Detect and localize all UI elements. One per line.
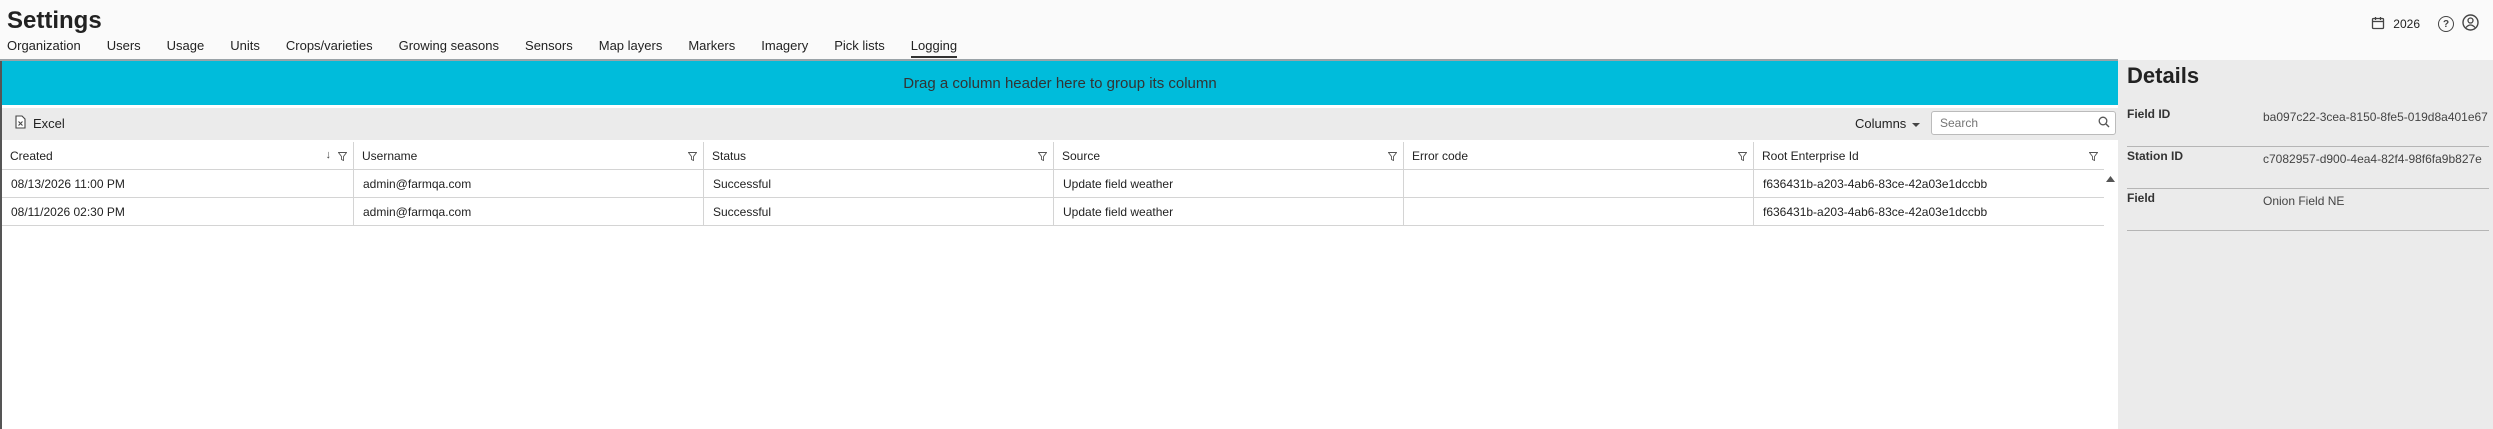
cell-created: 08/11/2026 02:30 PM bbox=[2, 198, 354, 225]
column-header-root-enterprise-id[interactable]: Root Enterprise Id bbox=[1754, 142, 2104, 169]
details-title: Details bbox=[2127, 63, 2200, 88]
cell-status: Successful bbox=[704, 198, 1054, 225]
caret-down-icon bbox=[1912, 116, 1921, 131]
cell-username: admin@farmqa.com bbox=[354, 198, 704, 225]
table-row[interactable]: 08/11/2026 02:30 PM admin@farmqa.com Suc… bbox=[2, 198, 2104, 226]
tab-units[interactable]: Units bbox=[230, 38, 260, 58]
sort-descending-icon[interactable]: ↓ bbox=[326, 149, 332, 161]
tab-map-layers[interactable]: Map layers bbox=[599, 38, 663, 58]
column-header-username[interactable]: Username bbox=[354, 142, 704, 169]
tab-users[interactable]: Users bbox=[107, 38, 141, 58]
grid-search bbox=[1931, 111, 2116, 135]
header-actions: 2026 ? bbox=[2371, 14, 2479, 34]
search-icon[interactable] bbox=[2098, 116, 2110, 131]
grid-header-row: Created ↓ Username Status Source Error c… bbox=[2, 142, 2104, 170]
search-input[interactable] bbox=[1940, 116, 2090, 130]
column-header-label: Created bbox=[10, 148, 53, 163]
grid-toolbar: Excel Columns bbox=[2, 108, 2118, 140]
cell-root-enterprise-id: f636431b-a203-4ab6-83ce-42a03e1dccbb bbox=[1763, 176, 1988, 191]
filter-icon[interactable] bbox=[687, 150, 698, 164]
detail-label: Field ID bbox=[2127, 107, 2171, 121]
detail-field-id: Field ID ba097c22-3cea-8150-8fe5-019d8a4… bbox=[2127, 107, 2489, 147]
column-header-label: Username bbox=[362, 148, 418, 163]
column-header-label: Status bbox=[712, 148, 747, 163]
tab-logging[interactable]: Logging bbox=[910, 38, 958, 58]
columns-label: Columns bbox=[1855, 116, 1907, 131]
column-header-created[interactable]: Created ↓ bbox=[2, 142, 354, 169]
filter-icon[interactable] bbox=[1387, 150, 1398, 164]
filter-icon[interactable] bbox=[1037, 150, 1048, 164]
column-header-source[interactable]: Source bbox=[1054, 142, 1404, 169]
tab-organization[interactable]: Organization bbox=[7, 38, 81, 58]
tab-growing-seasons[interactable]: Growing seasons bbox=[399, 38, 499, 58]
column-header-error-code[interactable]: Error code bbox=[1404, 142, 1754, 169]
detail-value: c7082957-d900-4ea4-82f4-98f6fa9b827e bbox=[2263, 152, 2482, 166]
column-header-status[interactable]: Status bbox=[704, 142, 1054, 169]
cell-source: Update field weather bbox=[1054, 198, 1404, 225]
tab-crops-varieties[interactable]: Crops/varieties bbox=[286, 38, 373, 58]
settings-tabs: Organization Users Usage Units Crops/var… bbox=[7, 38, 958, 58]
column-header-label: Root Enterprise Id bbox=[1762, 148, 1859, 163]
cell-status: Successful bbox=[704, 170, 1054, 197]
tab-usage[interactable]: Usage bbox=[167, 38, 205, 58]
tab-markers[interactable]: Markers bbox=[688, 38, 735, 58]
detail-field: Field Onion Field NE bbox=[2127, 191, 2489, 231]
detail-value: ba097c22-3cea-8150-8fe5-019d8a401e67 bbox=[2263, 110, 2488, 124]
group-by-drop-zone[interactable]: Drag a column header here to group its c… bbox=[2, 61, 2118, 105]
filter-icon[interactable] bbox=[337, 150, 348, 164]
tab-sensors[interactable]: Sensors bbox=[525, 38, 573, 58]
column-header-label: Source bbox=[1062, 148, 1101, 163]
excel-label: Excel bbox=[33, 116, 65, 131]
scroll-up-arrow-icon[interactable] bbox=[2106, 174, 2116, 184]
cell-username: admin@farmqa.com bbox=[354, 170, 704, 197]
calendar-icon[interactable] bbox=[2371, 16, 2385, 33]
app-window: Settings Organization Users Usage Units … bbox=[0, 0, 2493, 429]
table-row[interactable]: 08/13/2026 11:00 PM admin@farmqa.com Suc… bbox=[2, 170, 2104, 198]
detail-label: Station ID bbox=[2127, 149, 2183, 163]
excel-file-icon bbox=[14, 115, 27, 132]
cell-source: Update field weather bbox=[1054, 170, 1404, 197]
cell-error-code bbox=[1404, 198, 1754, 225]
cell-created: 08/13/2026 11:00 PM bbox=[2, 170, 354, 197]
page-title: Settings bbox=[7, 7, 102, 34]
year-selector[interactable]: 2026 bbox=[2393, 17, 2420, 31]
cell-error-code bbox=[1404, 170, 1754, 197]
help-icon[interactable]: ? bbox=[2438, 16, 2454, 32]
tab-imagery[interactable]: Imagery bbox=[761, 38, 808, 58]
columns-menu-button[interactable]: Columns bbox=[1855, 116, 1921, 131]
column-header-label: Error code bbox=[1412, 148, 1469, 163]
filter-icon[interactable] bbox=[1737, 150, 1748, 164]
detail-value: Onion Field NE bbox=[2263, 194, 2345, 208]
header: Settings Organization Users Usage Units … bbox=[0, 0, 2493, 60]
user-account-icon[interactable] bbox=[2462, 14, 2479, 34]
filter-icon[interactable] bbox=[2088, 150, 2099, 164]
logging-grid: Drag a column header here to group its c… bbox=[0, 61, 2118, 429]
detail-label: Field bbox=[2127, 191, 2156, 205]
detail-station-id: Station ID c7082957-d900-4ea4-82f4-98f6f… bbox=[2127, 149, 2489, 189]
excel-export-button[interactable]: Excel bbox=[14, 115, 65, 132]
details-panel: Details Field ID ba097c22-3cea-8150-8fe5… bbox=[2118, 60, 2493, 429]
tab-pick-lists[interactable]: Pick lists bbox=[834, 38, 885, 58]
cell-root-enterprise-id: f636431b-a203-4ab6-83ce-42a03e1dccbb bbox=[1763, 204, 1988, 219]
